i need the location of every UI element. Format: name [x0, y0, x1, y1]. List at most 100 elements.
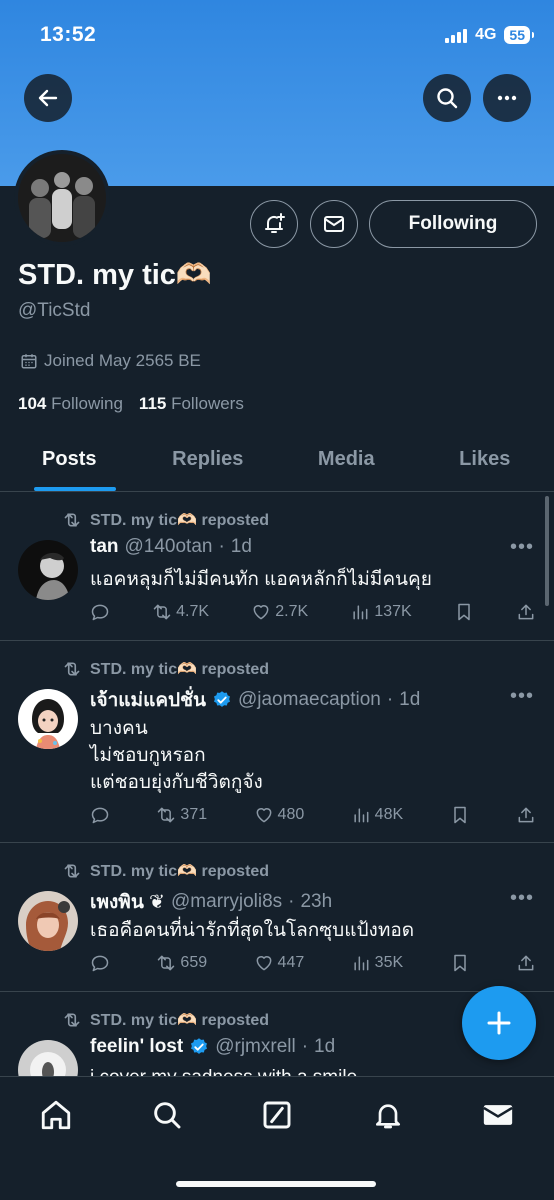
- home-indicator[interactable]: [176, 1181, 376, 1187]
- repost-icon: [64, 1013, 80, 1027]
- tab-posts[interactable]: Posts: [0, 428, 139, 491]
- calendar-icon: [21, 354, 37, 369]
- search-icon: [437, 88, 458, 109]
- post-avatar[interactable]: [18, 689, 78, 749]
- battery-icon: 55: [504, 26, 534, 44]
- like-button[interactable]: 2.7K: [251, 602, 308, 622]
- repost-indicator: STD. my tic🫶🏻 reposted: [62, 510, 269, 530]
- views-button[interactable]: 35K: [351, 953, 403, 973]
- repost-text: STD. my tic🫶🏻 reposted: [90, 512, 270, 529]
- plus-icon: [487, 1011, 511, 1035]
- nav-search[interactable]: [149, 1097, 185, 1133]
- like-button[interactable]: 480: [254, 805, 304, 825]
- profile-avatar[interactable]: [14, 150, 110, 246]
- following-button[interactable]: Following: [369, 200, 537, 248]
- reply-button[interactable]: [90, 602, 110, 622]
- post-item[interactable]: STD. my tic🫶🏻 reposted เพงพิน ❦ @marryjo…: [0, 843, 554, 992]
- views-count: 137K: [374, 603, 412, 620]
- search-button[interactable]: [423, 74, 471, 122]
- repost-icon: [153, 604, 171, 620]
- joined-date: Joined May 2565 BE: [20, 351, 201, 371]
- more-button[interactable]: [483, 74, 531, 122]
- tab-replies[interactable]: Replies: [139, 428, 278, 491]
- repost-count: 659: [180, 954, 208, 971]
- share-icon: [518, 955, 534, 971]
- share-button[interactable]: [516, 602, 536, 622]
- post-avatar[interactable]: [18, 891, 78, 951]
- status-indicators: 4G 55: [445, 26, 534, 44]
- post-author-handle: @marryjoli8s: [171, 891, 283, 912]
- post-author-name[interactable]: เพงพิน ❦: [90, 887, 165, 917]
- repost-button[interactable]: 659: [156, 953, 207, 973]
- followers-label: Followers: [171, 394, 244, 413]
- views-button[interactable]: 137K: [350, 602, 412, 622]
- nav-messages[interactable]: [480, 1097, 516, 1133]
- nav-home[interactable]: [38, 1097, 74, 1133]
- post-more-icon[interactable]: •••: [510, 887, 534, 910]
- scrollbar[interactable]: [545, 496, 549, 606]
- heart-icon: [256, 956, 271, 971]
- repost-icon: [64, 864, 80, 878]
- status-bar: 13:52 4G 55: [0, 18, 554, 52]
- post-text: เธอคือคนที่น่ารักที่สุดในโลกซุบแป้งทอด: [90, 920, 415, 941]
- views-count: 35K: [374, 954, 404, 971]
- reply-button[interactable]: [90, 953, 110, 973]
- share-icon: [518, 604, 534, 620]
- post-time: 23h: [300, 891, 333, 912]
- reply-icon: [91, 955, 109, 972]
- heart-icon: [256, 808, 271, 823]
- post-actions: 371 480 48K: [90, 805, 536, 825]
- post-avatar[interactable]: [18, 540, 78, 600]
- views-button[interactable]: 48K: [351, 805, 403, 825]
- bookmark-button[interactable]: [450, 953, 470, 973]
- share-icon: [518, 807, 534, 823]
- views-icon: [353, 605, 368, 620]
- verified-icon: [213, 691, 230, 707]
- home-icon: [41, 1100, 71, 1130]
- following-stat[interactable]: 104 Following: [18, 394, 123, 414]
- back-arrow-icon: [38, 89, 58, 107]
- back-button[interactable]: [24, 74, 72, 122]
- following-count: 104: [18, 394, 47, 413]
- post-header: เจ้าแม่แคปชั่น @jaomaecaption · 1d: [90, 685, 420, 715]
- messages-icon: [483, 1105, 513, 1125]
- network-type: 4G: [475, 26, 497, 43]
- reply-button[interactable]: [90, 805, 110, 825]
- notifications-icon: [375, 1104, 400, 1129]
- post-author-handle: @jaomaecaption: [237, 689, 381, 710]
- post-more-icon[interactable]: •••: [510, 536, 534, 559]
- tab-media[interactable]: Media: [277, 428, 416, 491]
- reply-icon: [91, 807, 109, 824]
- share-button[interactable]: [516, 953, 536, 973]
- compose-post-button[interactable]: [462, 986, 536, 1060]
- nav-compose[interactable]: [259, 1097, 295, 1133]
- post-text: แอคหลุมก็ไม่มีคนทัก แอคหลักก็ไม่มีคนคุย: [90, 569, 432, 590]
- repost-count: 371: [180, 806, 208, 823]
- repost-count: 4.7K: [176, 603, 210, 620]
- post-item[interactable]: STD. my tic🫶🏻 reposted tan @140otan · 1d…: [0, 492, 554, 641]
- post-actions: 4.7K 2.7K 137K: [90, 602, 536, 622]
- repost-indicator: STD. my tic🫶🏻 reposted: [62, 659, 269, 679]
- share-button[interactable]: [516, 805, 536, 825]
- notify-button[interactable]: [250, 200, 298, 248]
- like-button[interactable]: 447: [254, 953, 304, 973]
- tab-likes[interactable]: Likes: [416, 428, 554, 491]
- bookmark-button[interactable]: [454, 602, 474, 622]
- post-time: 1d: [230, 536, 252, 557]
- message-button[interactable]: [310, 200, 358, 248]
- bookmark-button[interactable]: [450, 805, 470, 825]
- bookmark-icon: [458, 603, 470, 621]
- repost-text: STD. my tic🫶🏻 reposted: [90, 1012, 270, 1029]
- repost-icon: [158, 807, 175, 823]
- post-item[interactable]: STD. my tic🫶🏻 reposted เจ้าแม่แคปชั่น @j…: [0, 641, 554, 843]
- post-author-name[interactable]: tan: [90, 536, 119, 558]
- nav-notifications[interactable]: [370, 1097, 406, 1133]
- post-author-name[interactable]: feelin' lost: [90, 1036, 183, 1058]
- followers-count: 115: [138, 394, 167, 413]
- repost-button[interactable]: 371: [156, 805, 207, 825]
- search-icon: [153, 1102, 180, 1129]
- post-more-icon[interactable]: •••: [510, 685, 534, 708]
- followers-stat[interactable]: 115 Followers: [139, 394, 244, 414]
- post-author-name[interactable]: เจ้าแม่แคปชั่น: [90, 685, 206, 715]
- repost-button[interactable]: 4.7K: [152, 602, 209, 622]
